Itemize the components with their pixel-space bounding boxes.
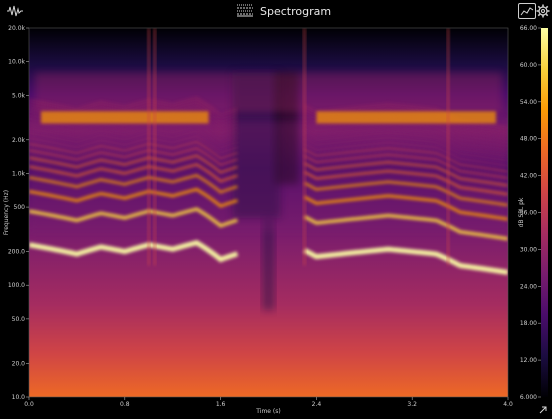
x-tick-label: 0.8 xyxy=(120,401,130,408)
colorbar-tick-label: 54.00 xyxy=(520,99,537,106)
x-tick-label: 1.6 xyxy=(216,401,226,408)
formant-band xyxy=(40,111,209,124)
y-tick-label: 5.0k xyxy=(12,92,26,99)
colorbar-tick-label: 24.00 xyxy=(520,283,537,290)
colorbar-tick-label: 60.00 xyxy=(520,62,537,69)
colorbar-tick-label: 30.00 xyxy=(520,246,537,253)
page-title: Spectrogram xyxy=(260,4,332,18)
y-tick-label: 10.0 xyxy=(12,394,26,401)
x-axis-label: Time (s) xyxy=(255,408,280,414)
y-tick-label: 20.0k xyxy=(8,25,25,32)
colorbar-tick-label: 48.00 xyxy=(520,136,537,143)
y-tick-label: 500 xyxy=(14,204,26,211)
y-tick-label: 2.0k xyxy=(12,137,26,144)
expand-icon[interactable] xyxy=(538,400,548,414)
transient-streak xyxy=(153,28,157,266)
transient-streak xyxy=(302,28,306,266)
spectrogram-chart[interactable]: 20.0k 10.0k 5.0k 2.0k 1.0k 500 200.0 100.0 50.0 2… xyxy=(0,22,552,414)
top-toolbar: Spectrogram xyxy=(0,0,552,22)
x-tick-label: 3.2 xyxy=(407,401,417,408)
colorbar-tick-label: 18.00 xyxy=(520,320,537,327)
formant-band xyxy=(316,111,497,124)
y-tick-label: 100.0 xyxy=(8,282,25,289)
gear-icon[interactable] xyxy=(536,3,550,18)
chart-view-icon[interactable] xyxy=(518,3,536,19)
transient-streak xyxy=(446,28,450,266)
colorbar-tick-label: 42.00 xyxy=(520,173,537,180)
colorbar xyxy=(541,28,548,397)
colorbar-tick-label: 6.000 xyxy=(520,394,537,401)
y-tick-label: 50.0 xyxy=(12,316,26,323)
colorbar-label: dB SPL pk xyxy=(518,197,525,227)
title-group: Spectrogram xyxy=(236,3,331,19)
energy-region xyxy=(34,72,503,113)
y-axis-label: Frequency (Hz) xyxy=(3,190,10,235)
colorbar-tick-label: 66.00 xyxy=(520,25,537,32)
y-tick-label: 200.0 xyxy=(8,249,25,256)
y-tick-label: 1.0k xyxy=(12,170,26,177)
transient-streak xyxy=(147,28,151,266)
y-tick-label: 20.0 xyxy=(12,360,26,367)
y-tick-label: 10.0k xyxy=(8,59,25,66)
x-tick-label: 0.0 xyxy=(24,401,34,408)
spectrogram-icon xyxy=(236,2,254,21)
x-tick-label: 4.0 xyxy=(503,401,513,408)
x-tick-label: 2.4 xyxy=(312,401,322,408)
colorbar-tick-label: 12.00 xyxy=(520,357,537,364)
waveform-icon[interactable] xyxy=(6,3,24,17)
